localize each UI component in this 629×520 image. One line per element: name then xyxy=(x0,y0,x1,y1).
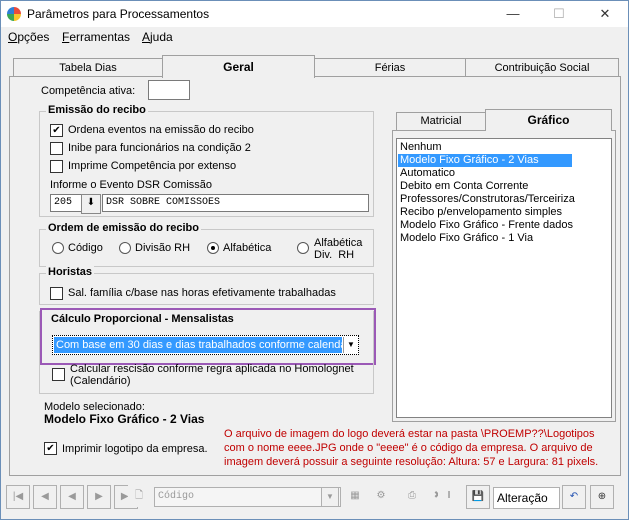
undo-icon[interactable]: ↶ xyxy=(562,485,586,509)
save-icon[interactable]: 💾 xyxy=(466,485,490,509)
codigo-search-input[interactable]: Código xyxy=(154,487,341,507)
emissao-title: Emissão do recibo xyxy=(46,104,148,116)
download-arrow-icon: ⬇ xyxy=(86,197,96,208)
radio-alfabetica-div-label-1: Alfabética xyxy=(314,237,363,249)
dsr-label: Informe o Evento DSR Comissão xyxy=(50,179,213,191)
main-tabs: Tabela Dias Geral Férias Contribuição So… xyxy=(9,55,621,78)
new-document-icon[interactable]: 🗋 xyxy=(128,485,150,507)
rescisao-checkbox[interactable] xyxy=(52,368,65,381)
list-item[interactable]: Debito em Conta Corrente xyxy=(400,180,528,193)
imprimir-logo-label: Imprimir logotipo da empresa. xyxy=(62,443,208,455)
radio-divisao-rh[interactable] xyxy=(119,242,131,254)
list-item[interactable]: Professores/Construtoras/Terceiriza xyxy=(400,193,575,206)
maximize-button[interactable]: ☐ xyxy=(536,1,582,27)
tab-contribuicao-social[interactable]: Contribuição Social xyxy=(465,58,619,77)
tab-geral[interactable]: Geral xyxy=(162,55,315,78)
tab-ferias[interactable]: Férias xyxy=(314,58,466,77)
sal-familia-label: Sal. família c/base nas horas efetivamen… xyxy=(68,287,336,299)
inibe-funcionarios-checkbox[interactable] xyxy=(50,142,63,155)
imprime-competencia-label: Imprime Competência por extenso xyxy=(68,160,237,172)
image-icon[interactable]: ▦ xyxy=(344,485,366,507)
window-title: Parâmetros para Processamentos xyxy=(27,7,210,21)
menu-ajuda-mnemonic: A xyxy=(142,30,151,44)
radio-divisao-rh-label: Divisão RH xyxy=(135,242,191,254)
menu-ajuda-label: juda xyxy=(150,30,173,44)
previous-record-icon[interactable]: ◀ xyxy=(60,485,84,509)
main-window: Parâmetros para Processamentos — ☐ ✕ Opç… xyxy=(0,0,629,520)
menu-ferramentas[interactable]: Ferramentas xyxy=(62,30,130,44)
print-icon[interactable]: ⎙ xyxy=(401,485,423,507)
modelo-value: Modelo Fixo Gráfico - 2 Vias xyxy=(44,412,205,426)
menu-opcoes[interactable]: Opções xyxy=(8,30,49,44)
navigator-bar: |◀ ◀ ◀ ▶ ▶| 🗋 Código ▼ ▦ ⚙ ⎙ ✖ I 💾 Alter… xyxy=(1,483,628,509)
radio-alfabetica-label: Alfabética xyxy=(223,242,272,254)
ordem-title: Ordem de emissão do recibo xyxy=(46,222,201,234)
menu-opcoes-label: pções xyxy=(17,30,50,44)
previous-page-icon[interactable]: ◀ xyxy=(33,485,57,509)
radio-codigo-label: Código xyxy=(68,242,103,254)
menu-bar: Opções Ferramentas Ajuda xyxy=(1,27,628,47)
competencia-label: Competência ativa: xyxy=(41,85,136,97)
binoculars-icon[interactable]: ⊕ xyxy=(590,485,614,509)
minimize-button[interactable]: — xyxy=(490,1,536,27)
list-item[interactable]: Nenhum xyxy=(400,141,442,154)
subtab-grafico[interactable]: Gráfico xyxy=(485,109,612,131)
list-item[interactable]: Recibo p/envelopamento simples xyxy=(400,206,562,219)
horistas-title: Horistas xyxy=(46,266,95,278)
dsr-description-field: DSR SOBRE COMISSOES xyxy=(102,194,369,212)
rescisao-label-2: (Calendário) xyxy=(70,375,131,387)
menu-opcoes-mnemonic: O xyxy=(8,30,18,44)
list-item[interactable]: Modelo Fixo Gráfico - Frente dados xyxy=(400,219,573,232)
competencia-input[interactable] xyxy=(148,80,190,100)
list-item[interactable]: Modelo Fixo Gráfico - 1 Via xyxy=(400,232,533,245)
italic-icon[interactable]: I xyxy=(438,485,460,507)
title-bar: Parâmetros para Processamentos — ☐ ✕ xyxy=(1,1,628,27)
radio-codigo[interactable] xyxy=(52,242,64,254)
close-button[interactable]: ✕ xyxy=(582,1,628,27)
status-field: Alteração xyxy=(493,487,560,509)
ordena-eventos-label: Ordena eventos na emissão do recibo xyxy=(68,124,254,136)
menu-ferramentas-label: erramentas xyxy=(69,30,131,44)
ordena-eventos-checkbox[interactable]: ✔ xyxy=(50,124,63,137)
tab-tabela-dias[interactable]: Tabela Dias xyxy=(13,58,163,77)
menu-ajuda[interactable]: Ajuda xyxy=(142,30,173,44)
imprime-competencia-checkbox[interactable] xyxy=(50,160,63,173)
modelos-listbox[interactable]: Nenhum Modelo Fixo Gráfico - 2 Vias Auto… xyxy=(396,138,612,418)
settings-icon[interactable]: ⚙ xyxy=(370,485,392,507)
next-record-icon[interactable]: ▶ xyxy=(87,485,111,509)
subtab-matricial[interactable]: Matricial xyxy=(396,112,486,130)
logo-instructions-note: O arquivo de imagem do logo deverá estar… xyxy=(224,428,599,468)
radio-alfabetica-div-rh[interactable] xyxy=(297,242,309,254)
dsr-code-input[interactable]: 205 xyxy=(50,194,84,212)
radio-alfabetica-div-label-2: Div. RH xyxy=(314,249,355,261)
radio-alfabetica[interactable] xyxy=(207,242,219,254)
imprimir-logo-checkbox[interactable]: ✔ xyxy=(44,442,57,455)
app-icon xyxy=(7,7,21,21)
list-item[interactable]: Automatico xyxy=(400,167,455,180)
rescisao-label-1: Calcular rescisão conforme regra aplicad… xyxy=(70,363,354,375)
list-item-selected[interactable]: Modelo Fixo Gráfico - 2 Vias xyxy=(398,154,572,167)
first-record-icon[interactable]: |◀ xyxy=(6,485,30,509)
chevron-down-icon[interactable]: ▼ xyxy=(321,487,339,507)
dsr-lookup-button[interactable]: ⬇ xyxy=(81,194,101,214)
sal-familia-checkbox[interactable] xyxy=(50,287,63,300)
inibe-funcionarios-label: Inibe para funcionários na condição 2 xyxy=(68,142,251,154)
